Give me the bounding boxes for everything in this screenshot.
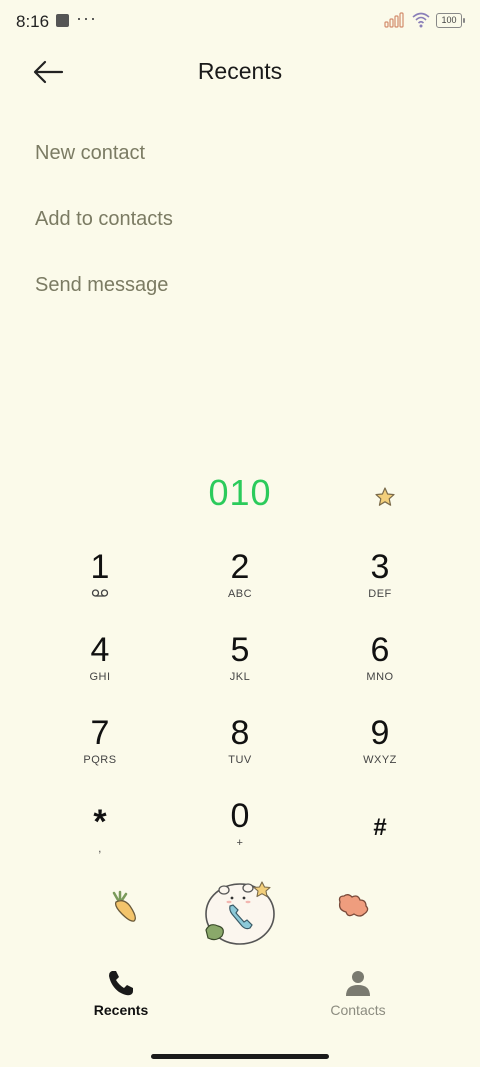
- key-digit: 1: [90, 548, 110, 586]
- key-3[interactable]: 3 DEF: [310, 540, 450, 623]
- key-star[interactable]: * ,: [30, 789, 170, 872]
- key-digit: 8: [230, 714, 250, 752]
- key-digit: 7: [90, 714, 110, 752]
- home-indicator[interactable]: [151, 1054, 329, 1059]
- key-letters: ,: [98, 843, 102, 855]
- key-letters: GHI: [89, 671, 111, 683]
- key-digit: 0: [230, 797, 250, 835]
- key-4[interactable]: 4 GHI: [30, 623, 170, 706]
- dialer-actions: [0, 876, 480, 946]
- tab-contacts-label: Contacts: [330, 1002, 386, 1018]
- key-digit: 9: [370, 714, 390, 752]
- action-menu: New contact Add to contacts Send message: [35, 130, 173, 328]
- key-9[interactable]: 9 WXYZ: [310, 706, 450, 789]
- tab-recents[interactable]: Recents: [41, 960, 201, 1018]
- status-bar: 8:16 ··· 100: [0, 0, 480, 44]
- phone-icon: [109, 971, 133, 996]
- notification-icon: [56, 14, 69, 27]
- tab-recents-label: Recents: [93, 1002, 149, 1018]
- more-notifications-icon: ···: [76, 8, 97, 28]
- status-icons: 100: [384, 12, 465, 28]
- key-8[interactable]: 8 TUV: [170, 706, 310, 789]
- call-button[interactable]: [202, 878, 280, 948]
- key-digit: 4: [90, 631, 110, 669]
- add-to-contacts-item[interactable]: Add to contacts: [35, 196, 173, 262]
- key-hash[interactable]: #: [310, 789, 450, 872]
- send-message-item[interactable]: Send message: [35, 262, 173, 328]
- key-letters: MNO: [366, 671, 394, 683]
- status-time: 8:16: [16, 12, 50, 31]
- person-icon: [346, 971, 370, 996]
- key-letters: [310, 849, 450, 863]
- key-7[interactable]: 7 PQRS: [30, 706, 170, 789]
- key-digit: 5: [230, 631, 250, 669]
- key-letters: +: [236, 837, 244, 849]
- key-letters: TUV: [228, 754, 252, 766]
- star-icon: [375, 487, 395, 506]
- key-1[interactable]: 1: [30, 540, 170, 623]
- key-letters: ABC: [227, 588, 253, 600]
- page-title: Recents: [197, 58, 283, 84]
- dialed-number[interactable]: 010: [0, 472, 480, 514]
- key-6[interactable]: 6 MNO: [310, 623, 450, 706]
- new-contact-item[interactable]: New contact: [35, 130, 173, 196]
- tab-contacts[interactable]: Contacts: [278, 960, 438, 1018]
- battery-icon: 100: [436, 12, 465, 28]
- signal-icon: [384, 12, 404, 28]
- key-5[interactable]: 5 JKL: [170, 623, 310, 706]
- carrot-icon: [112, 890, 136, 922]
- phone-call-icon: [205, 881, 275, 945]
- keypad: 1 2 ABC 3 DEF 4 GHI 5 JKL 6 MNO 7 PQRS 8…: [30, 540, 450, 872]
- key-digit: #: [373, 814, 387, 841]
- key-digit: *: [93, 803, 107, 841]
- wifi-icon: [412, 12, 430, 28]
- key-2[interactable]: 2 ABC: [170, 540, 310, 623]
- key-digit: 3: [370, 548, 390, 586]
- key-letters: DEF: [368, 588, 392, 600]
- leaf-button[interactable]: [336, 892, 370, 920]
- voicemail-icon: [30, 588, 170, 602]
- carrot-button[interactable]: [110, 890, 142, 924]
- key-letters: WXYZ: [363, 754, 397, 766]
- bottom-nav: Recents Contacts: [0, 960, 480, 1030]
- key-letters: JKL: [229, 671, 251, 683]
- key-digit: 6: [370, 631, 390, 669]
- key-0[interactable]: 0 +: [170, 789, 310, 872]
- key-letters: PQRS: [83, 754, 117, 766]
- favorite-star-button[interactable]: [374, 486, 396, 508]
- leaf-icon: [338, 894, 369, 917]
- header: Recents: [0, 44, 480, 100]
- key-digit: 2: [230, 548, 250, 586]
